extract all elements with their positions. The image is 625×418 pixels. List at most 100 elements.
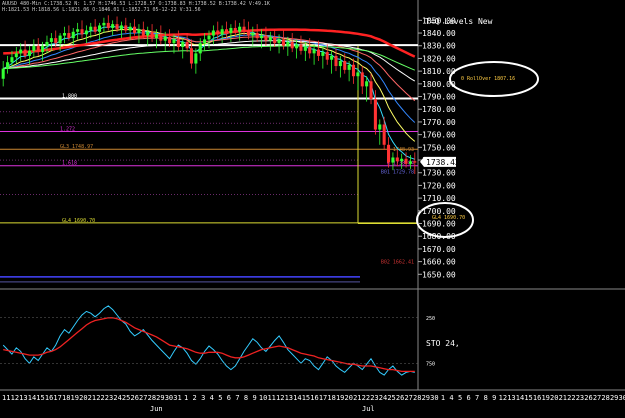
date-tick-label: 28 <box>413 394 421 402</box>
candle-body <box>338 60 342 67</box>
level-label: 1.272 <box>60 126 75 132</box>
date-tick-label: 24 <box>113 394 121 402</box>
level-label: GL4 1690.70 <box>62 218 95 224</box>
candle-body <box>54 38 58 44</box>
candle-body <box>308 47 312 54</box>
date-tick-label: 22 <box>96 394 104 402</box>
price-tick-label: 1810.00 <box>422 67 456 76</box>
date-tick-label: 25 <box>122 394 130 402</box>
candle-body <box>36 45 40 53</box>
candle-body <box>268 36 272 41</box>
candle-body <box>356 72 360 77</box>
candle-body <box>216 30 220 35</box>
candle-body <box>400 158 404 162</box>
date-tick-label: 8 <box>484 394 488 402</box>
candle-body <box>176 39 180 48</box>
date-tick-label: 19 <box>71 394 79 402</box>
date-tick-label: 13 <box>19 394 27 402</box>
price-tick-label: 1840.00 <box>422 29 456 38</box>
date-tick-label: 11 <box>267 394 275 402</box>
date-tick-label: 6 <box>467 394 471 402</box>
candle-body <box>316 49 321 56</box>
date-tick-label: 26 <box>396 394 404 402</box>
candle-body <box>159 34 163 41</box>
candle-body <box>150 31 154 39</box>
date-tick-label: 30 <box>430 394 438 402</box>
date-tick-label: 5 <box>218 394 222 402</box>
candle-body <box>154 34 158 39</box>
date-tick-label: 13 <box>285 394 293 402</box>
candle-body <box>408 161 412 164</box>
rollover-label: 0 RollOver 1807.16 <box>461 76 515 82</box>
candle-body <box>365 81 369 87</box>
candle-body <box>194 53 198 64</box>
candle-body <box>137 29 141 34</box>
candle-body <box>41 45 45 53</box>
date-tick-label: 12 <box>11 394 19 402</box>
date-tick-label: 21 <box>559 394 567 402</box>
candle-body <box>207 35 211 40</box>
date-tick-label: 20 <box>550 394 558 402</box>
date-tick-label: 29 <box>156 394 164 402</box>
candle-body <box>343 60 347 70</box>
candle-body <box>229 27 233 34</box>
price-tick-label: 1700.00 <box>422 207 456 216</box>
date-tick-label: 23 <box>370 394 378 402</box>
candle-body <box>281 39 285 46</box>
price-tick-label: 1850.00 <box>422 16 456 25</box>
candle-body <box>391 157 395 163</box>
candle-body <box>330 55 334 60</box>
month-label: Jul <box>362 405 375 413</box>
date-tick-label: 14 <box>516 394 524 402</box>
indicator-label: STO 24, <box>426 339 460 348</box>
price-tick-label: 1730.00 <box>422 169 456 178</box>
indicator-tick-label: 250 <box>426 316 435 322</box>
candle-body <box>49 38 53 42</box>
date-tick-label: 24 <box>379 394 387 402</box>
price-tick-label: 1710.00 <box>422 194 456 203</box>
date-tick-label: 19 <box>336 394 344 402</box>
candle-body <box>111 24 115 28</box>
candle-body <box>89 26 93 31</box>
candle-body <box>185 41 189 49</box>
date-tick-label: 30 <box>165 394 173 402</box>
date-tick-label: 15 <box>36 394 44 402</box>
price-tick-label: 1820.00 <box>422 54 456 63</box>
date-tick-label: 12 <box>276 394 284 402</box>
candle-body <box>71 31 75 39</box>
date-tick-label: 29 <box>422 394 430 402</box>
candle-body <box>373 99 377 130</box>
candle-body <box>273 36 277 44</box>
candle-body <box>119 25 123 30</box>
candle-body <box>334 55 338 67</box>
date-tick-label: 16 <box>533 394 541 402</box>
price-tick-label: 1670.00 <box>422 245 456 254</box>
candle-body <box>251 33 255 36</box>
level-label: 1.618 <box>62 161 77 167</box>
candle-body <box>106 22 110 28</box>
candle-body <box>181 41 185 48</box>
date-tick-label: 28 <box>601 394 609 402</box>
date-tick-label: 14 <box>28 394 36 402</box>
candle-body <box>67 33 71 39</box>
candle-body <box>14 53 18 58</box>
date-tick-label: 21 <box>88 394 96 402</box>
candle-body <box>32 45 36 51</box>
date-tick-label: 29 <box>610 394 618 402</box>
chart-area: 1.800 1.272 GL3 1748.97 1.618 GL4 1690.70 W 1… <box>0 0 625 414</box>
date-tick-label: 7 <box>475 394 479 402</box>
candle-body <box>146 31 150 36</box>
date-tick-label: 23 <box>576 394 584 402</box>
candle-body <box>163 36 167 41</box>
date-tick-label: 19 <box>541 394 549 402</box>
candle-body <box>84 30 88 35</box>
level-label-right: B01 1729.78 <box>381 169 414 175</box>
candle-body <box>172 39 176 44</box>
date-tick-label: 15 <box>302 394 310 402</box>
date-tick-label: 11 <box>2 394 10 402</box>
candle-body <box>325 52 329 60</box>
date-tick-label: 14 <box>293 394 301 402</box>
date-tick-label: 30 <box>619 394 625 402</box>
date-tick-label: 25 <box>387 394 395 402</box>
candle-body <box>97 25 102 32</box>
